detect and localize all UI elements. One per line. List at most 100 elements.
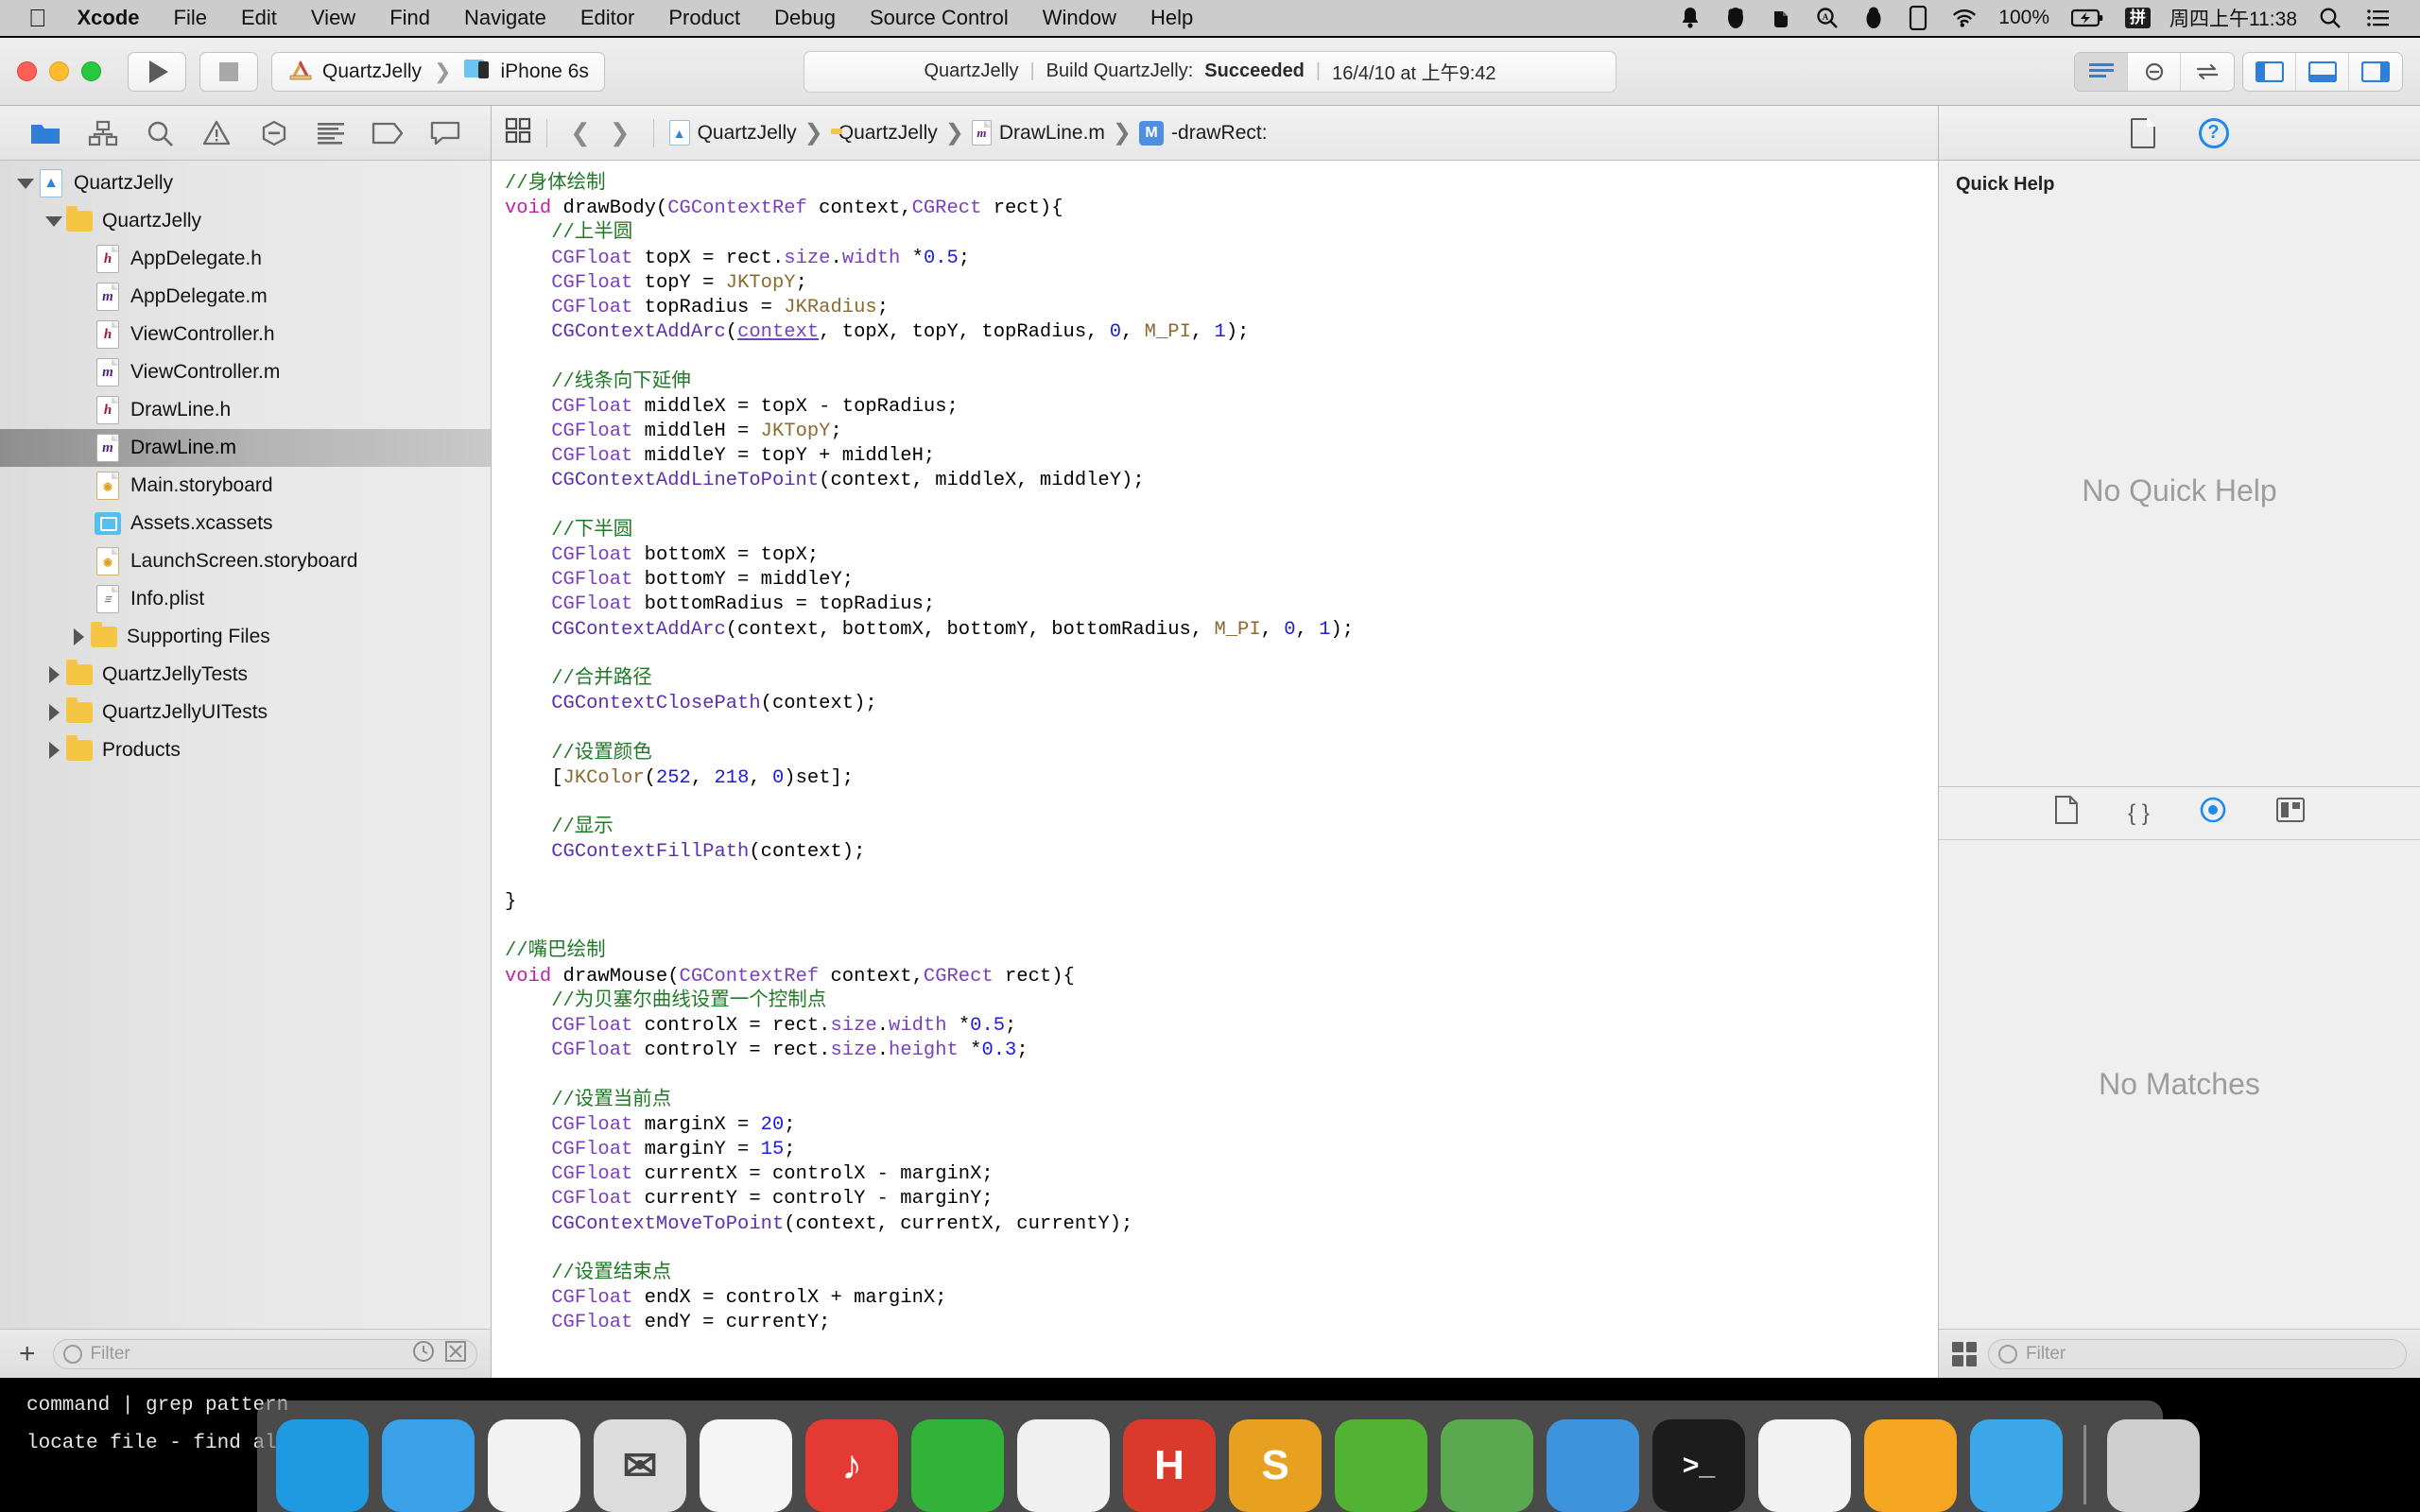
- disclosure-triangle-right-icon[interactable]: [42, 704, 66, 721]
- menu-item-file[interactable]: File: [157, 0, 224, 36]
- bell-icon[interactable]: [1668, 7, 1713, 29]
- menu-item-debug[interactable]: Debug: [757, 0, 853, 36]
- menu-item-source-control[interactable]: Source Control: [853, 0, 1026, 36]
- menu-item-navigate[interactable]: Navigate: [447, 0, 563, 36]
- clock-icon[interactable]: [412, 1340, 435, 1368]
- input-method-badge[interactable]: 拼: [2125, 8, 2151, 29]
- breadcrumb-file[interactable]: m DrawLine.m: [970, 120, 1107, 146]
- notification-center-icon[interactable]: [2354, 8, 2403, 28]
- file-template-library-icon[interactable]: [2054, 796, 2079, 831]
- object-library-icon[interactable]: [2199, 796, 2227, 831]
- find-navigator-icon[interactable]: [140, 115, 180, 151]
- navigator-filter-field[interactable]: Filter: [53, 1339, 477, 1369]
- menu-item-view[interactable]: View: [294, 0, 372, 36]
- zoom-window-button[interactable]: [81, 61, 101, 81]
- scheme-selector[interactable]: QuartzJelly ❯ iPhone 6s: [271, 52, 605, 92]
- dock-item-netease-music[interactable]: ♪: [805, 1419, 898, 1512]
- dock-item-github-desktop[interactable]: [1758, 1419, 1851, 1512]
- menu-item-product[interactable]: Product: [651, 0, 757, 36]
- search-icon[interactable]: [2307, 7, 2354, 29]
- dock-item-photos[interactable]: [700, 1419, 792, 1512]
- apple-logo-icon[interactable]: : [21, 2, 60, 34]
- disclosure-triangle-down-icon[interactable]: [42, 216, 66, 227]
- issue-navigator-icon[interactable]: [197, 115, 236, 151]
- breadcrumb-project[interactable]: ▲ QuartzJelly: [667, 120, 799, 146]
- debug-navigator-icon[interactable]: [311, 115, 351, 151]
- tree-row-assets-xcassets[interactable]: Assets.xcassets: [0, 505, 491, 542]
- disclosure-triangle-down-icon[interactable]: [13, 179, 38, 189]
- tree-row-supporting-files[interactable]: Supporting Files: [0, 618, 491, 656]
- menu-item-editor[interactable]: Editor: [563, 0, 651, 36]
- breadcrumb-symbol[interactable]: M -drawRect:: [1137, 121, 1270, 146]
- tree-row-quartzjelly-project[interactable]: ▲ QuartzJelly: [0, 164, 491, 202]
- related-items-icon[interactable]: [505, 117, 533, 149]
- battery-charging-icon[interactable]: [2059, 9, 2116, 27]
- device-icon[interactable]: [1896, 6, 1940, 30]
- dock-item-safari[interactable]: [382, 1419, 475, 1512]
- evernote-icon[interactable]: [1758, 7, 1804, 29]
- tree-row-viewcontroller-h[interactable]: h ViewController.h: [0, 316, 491, 353]
- breakpoint-navigator-icon[interactable]: [368, 115, 407, 151]
- dock-item-google-chrome[interactable]: [488, 1419, 580, 1512]
- version-editor-icon[interactable]: [2181, 53, 2234, 91]
- tree-row-products[interactable]: Products: [0, 731, 491, 769]
- code-text-area[interactable]: //身体绘制void drawBody(CGContextRef context…: [492, 161, 1938, 1378]
- tree-row-quartzjellyuitests[interactable]: QuartzJellyUITests: [0, 694, 491, 731]
- tree-row-drawline-m[interactable]: m DrawLine.m: [0, 429, 491, 467]
- disclosure-triangle-right-icon[interactable]: [66, 628, 91, 645]
- breadcrumb-group[interactable]: QuartzJelly: [829, 122, 940, 145]
- tree-row-appdelegate-h[interactable]: h AppDelegate.h: [0, 240, 491, 278]
- tree-row-launchscreen-storyboard[interactable]: LaunchScreen.storyboard: [0, 542, 491, 580]
- tree-row-viewcontroller-m[interactable]: m ViewController.m: [0, 353, 491, 391]
- toggle-debug-area-icon[interactable]: [2296, 53, 2349, 91]
- view-toggle-segmented-control[interactable]: [2242, 52, 2403, 92]
- test-navigator-icon[interactable]: [254, 115, 294, 151]
- alfred-icon[interactable]: A: [1804, 7, 1851, 29]
- navigate-forward-button[interactable]: ❯: [600, 118, 640, 147]
- run-button[interactable]: [128, 52, 186, 92]
- grid-icon[interactable]: [1952, 1342, 1977, 1366]
- menu-item-window[interactable]: Window: [1026, 0, 1133, 36]
- editor-mode-segmented-control[interactable]: [2074, 52, 2235, 92]
- project-navigator-icon[interactable]: [26, 115, 65, 151]
- dock-item-pages[interactable]: [1864, 1419, 1957, 1512]
- tree-row-info-plist[interactable]: ☰ Info.plist: [0, 580, 491, 618]
- dock-item-evernote[interactable]: [1335, 1419, 1427, 1512]
- symbol-navigator-icon[interactable]: [83, 115, 123, 151]
- navigate-back-button[interactable]: ❮: [561, 118, 600, 147]
- menu-item-help[interactable]: Help: [1133, 0, 1210, 36]
- menu-item-find[interactable]: Find: [372, 0, 447, 36]
- dock-item-downloads-stack[interactable]: [1970, 1419, 2063, 1512]
- add-file-button[interactable]: +: [13, 1340, 42, 1368]
- library-filter-field[interactable]: Filter: [1988, 1339, 2407, 1369]
- dock-item-mail[interactable]: ✉: [594, 1419, 686, 1512]
- toggle-navigator-icon[interactable]: [2243, 53, 2296, 91]
- dock-item-finder[interactable]: [276, 1419, 369, 1512]
- standard-editor-icon[interactable]: [2075, 53, 2128, 91]
- project-file-tree[interactable]: ▲ QuartzJelly QuartzJelly h AppDelegate.…: [0, 161, 491, 1329]
- penguin-icon[interactable]: [1851, 7, 1896, 29]
- dock-item-wechat[interactable]: [911, 1419, 1004, 1512]
- toggle-utilities-icon[interactable]: [2349, 53, 2402, 91]
- dock-item-qq[interactable]: [1017, 1419, 1110, 1512]
- dock-item-terminal[interactable]: >_: [1652, 1419, 1745, 1512]
- minimize-window-button[interactable]: [49, 61, 69, 81]
- tree-row-drawline-h[interactable]: h DrawLine.h: [0, 391, 491, 429]
- stop-button[interactable]: [199, 52, 258, 92]
- tree-row-appdelegate-m[interactable]: m AppDelegate.m: [0, 278, 491, 316]
- menu-item-xcode[interactable]: Xcode: [60, 0, 157, 36]
- dock-item-android-studio[interactable]: [1441, 1419, 1533, 1512]
- qq-icon[interactable]: [1713, 7, 1758, 29]
- assistant-editor-icon[interactable]: [2128, 53, 2181, 91]
- menu-bar-clock[interactable]: 周四上午11:38: [2160, 4, 2307, 32]
- activity-status-bar[interactable]: QuartzJelly | Build QuartzJelly: Succeed…: [804, 51, 1616, 93]
- dock-item-trash[interactable]: [2107, 1419, 2200, 1512]
- tree-row-quartzjelly-group[interactable]: QuartzJelly: [0, 202, 491, 240]
- dock-item-sublime-text[interactable]: S: [1229, 1419, 1322, 1512]
- file-inspector-icon[interactable]: [2131, 118, 2155, 148]
- tree-row-main-storyboard[interactable]: Main.storyboard: [0, 467, 491, 505]
- code-snippet-library-icon[interactable]: { }: [2128, 800, 2150, 827]
- dock-item-hbuilder[interactable]: H: [1123, 1419, 1216, 1512]
- disclosure-triangle-right-icon[interactable]: [42, 742, 66, 759]
- wifi-icon[interactable]: [1940, 8, 1989, 28]
